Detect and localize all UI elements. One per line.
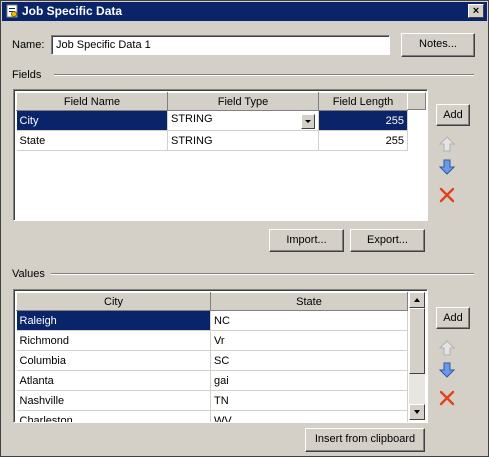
table-row[interactable]: State STRING 255	[16, 130, 408, 151]
arrow-up-icon[interactable]	[438, 339, 456, 357]
table-row[interactable]: Richmond Vr	[16, 330, 408, 351]
add-value-button[interactable]: Add	[436, 307, 470, 329]
chevron-down-icon[interactable]	[301, 113, 315, 129]
field-type-value: STRING	[171, 112, 213, 125]
state-cell[interactable]: SC	[210, 350, 408, 371]
state-cell[interactable]: NC	[210, 310, 408, 331]
scroll-thumb[interactable]	[409, 308, 425, 374]
import-button[interactable]: Import...	[269, 229, 344, 252]
state-cell[interactable]: Vr	[210, 330, 408, 351]
scroll-down-button[interactable]	[409, 404, 425, 420]
city-cell[interactable]: Nashville	[16, 390, 211, 411]
values-group-label: Values	[12, 268, 45, 280]
state-cell[interactable]: TN	[210, 390, 408, 411]
dialog-window: Job Specific Data × Name: Job Specific D…	[0, 0, 489, 457]
scroll-up-button[interactable]	[409, 292, 425, 308]
notes-button[interactable]: Notes...	[401, 33, 475, 57]
table-row[interactable]: City STRING 255	[16, 110, 408, 131]
add-field-button[interactable]: Add	[436, 104, 470, 126]
close-button[interactable]: ×	[468, 4, 484, 18]
header-filler	[407, 92, 426, 110]
values-divider	[51, 273, 474, 275]
state-cell[interactable]: gai	[210, 370, 408, 391]
column-header-city[interactable]: City	[16, 292, 211, 311]
arrow-up-icon[interactable]	[438, 135, 456, 153]
table-row[interactable]: Atlanta gai	[16, 370, 408, 391]
delete-x-icon[interactable]	[438, 389, 456, 407]
city-cell[interactable]: Atlanta	[16, 370, 211, 391]
insert-from-clipboard-button[interactable]: Insert from clipboard	[305, 428, 425, 452]
field-length-cell[interactable]: 255	[318, 110, 408, 131]
column-header-state[interactable]: State	[210, 292, 408, 311]
delete-x-icon[interactable]	[438, 186, 456, 204]
fields-divider	[54, 74, 474, 76]
title-bar: Job Specific Data ×	[2, 2, 487, 21]
values-scrollbar[interactable]	[409, 292, 425, 420]
field-name-cell[interactable]: City	[16, 110, 168, 131]
city-cell[interactable]: Columbia	[16, 350, 211, 371]
column-header-field-type[interactable]: Field Type	[167, 92, 319, 111]
column-header-field-name[interactable]: Field Name	[16, 92, 168, 111]
name-input[interactable]: Job Specific Data 1	[51, 35, 390, 55]
name-label: Name:	[12, 39, 45, 51]
close-icon: ×	[472, 5, 480, 17]
field-length-cell[interactable]: 255	[318, 130, 408, 151]
city-cell[interactable]: Charleston	[16, 410, 211, 422]
field-type-combo[interactable]: STRING	[167, 110, 319, 131]
arrow-down-icon[interactable]	[438, 158, 456, 176]
export-button[interactable]: Export...	[350, 229, 425, 252]
table-row[interactable]: Nashville TN	[16, 390, 408, 411]
table-row[interactable]: Raleigh NC	[16, 310, 408, 331]
state-cell[interactable]: WV	[210, 410, 408, 422]
table-row[interactable]: Columbia SC	[16, 350, 408, 371]
arrow-down-icon[interactable]	[438, 361, 456, 379]
values-table[interactable]: City State Raleigh NC Richmond Vr Columb…	[13, 289, 428, 423]
field-type-cell[interactable]: STRING	[167, 130, 319, 151]
app-icon	[6, 4, 18, 18]
column-header-field-length[interactable]: Field Length	[318, 92, 408, 111]
field-name-cell[interactable]: State	[16, 130, 168, 151]
window-title: Job Specific Data	[22, 4, 123, 18]
fields-table[interactable]: Field Name Field Type Field Length City …	[13, 89, 428, 221]
city-cell[interactable]: Richmond	[16, 330, 211, 351]
table-row[interactable]: Charleston WV	[16, 410, 408, 422]
city-cell[interactable]: Raleigh	[16, 310, 211, 331]
fields-group-label: Fields	[12, 69, 42, 81]
